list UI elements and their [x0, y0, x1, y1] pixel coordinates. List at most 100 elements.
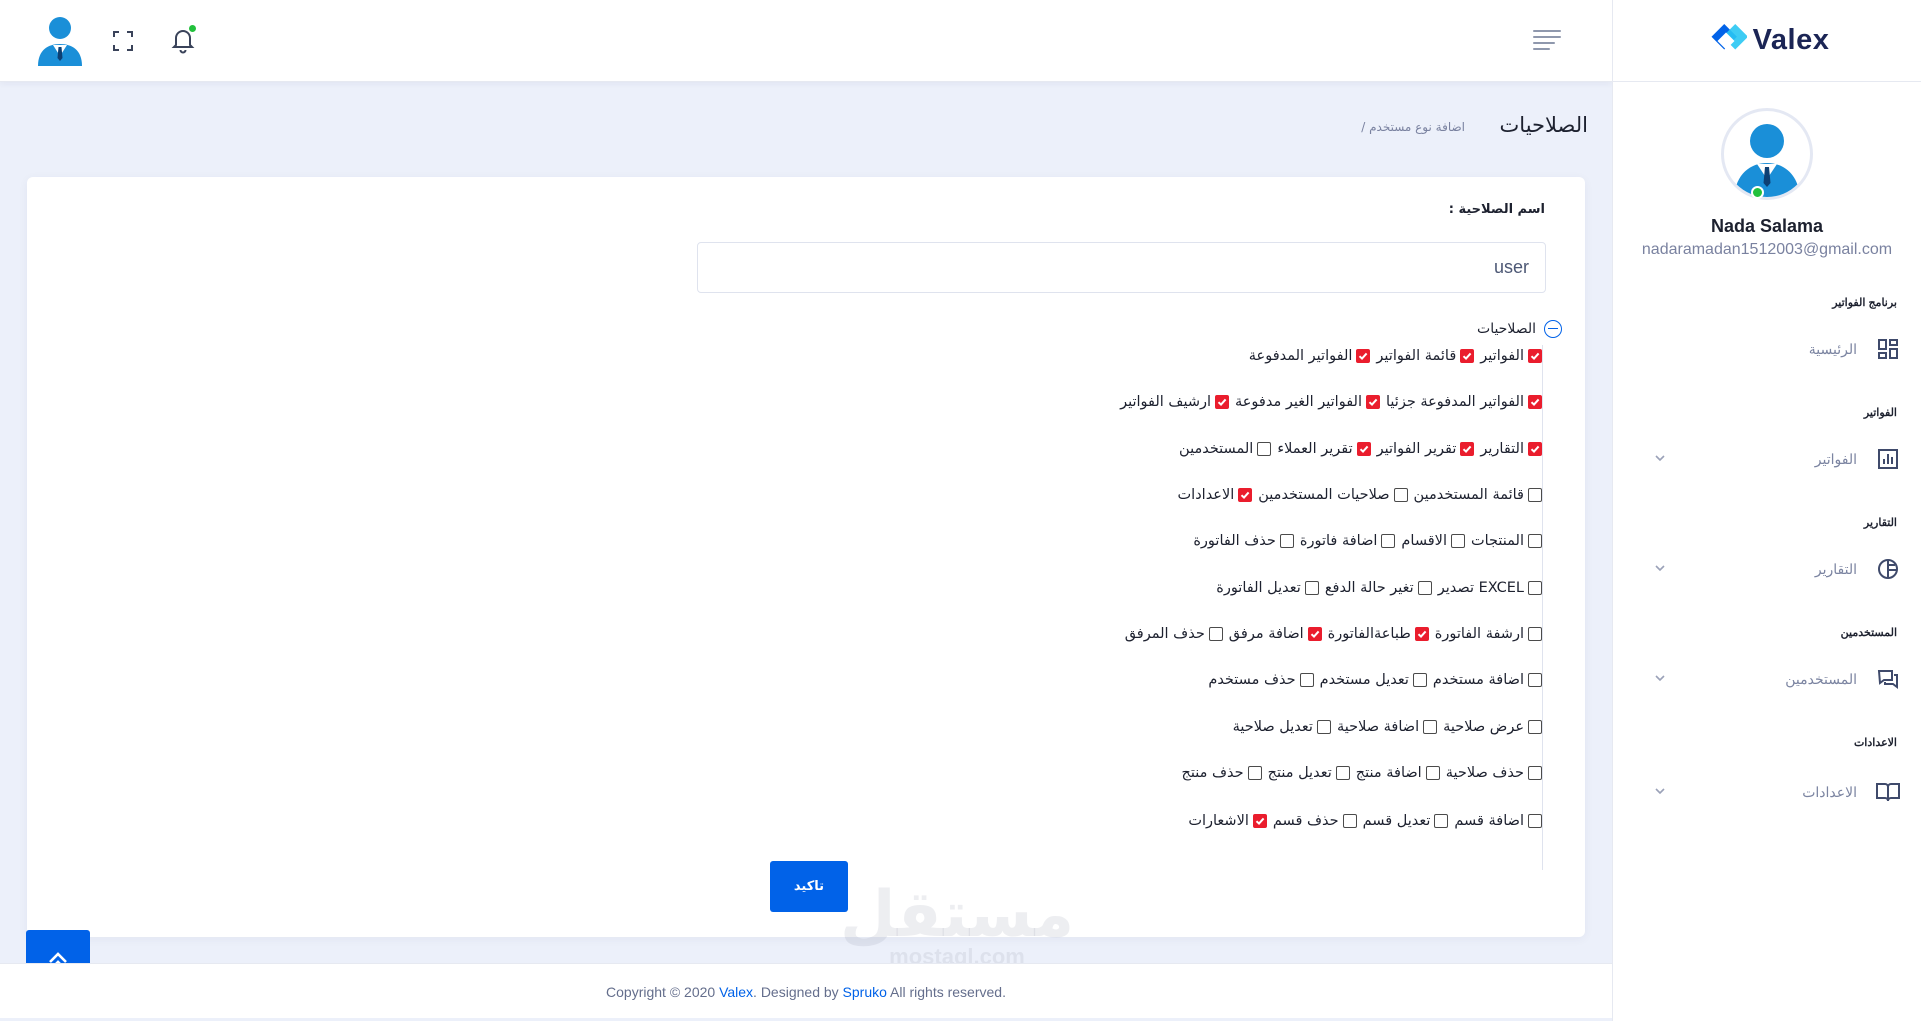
permission-item[interactable]: حذف منتج	[1182, 765, 1262, 781]
permission-item[interactable]: طباعةالفاتورة	[1328, 626, 1429, 642]
permission-item[interactable]: التقارير	[1480, 441, 1542, 457]
footer-designer-link[interactable]: Spruko	[843, 984, 887, 1000]
role-name-input[interactable]	[697, 242, 1546, 293]
permission-item[interactable]: الاعدادات	[1178, 487, 1253, 503]
checkbox-checked[interactable]	[1356, 442, 1371, 456]
checkbox-checked[interactable]	[1460, 442, 1475, 456]
user-avatar-icon[interactable]	[36, 14, 84, 66]
checkbox-unchecked[interactable]	[1528, 814, 1542, 828]
permission-item[interactable]: تعديل مستخدم	[1320, 672, 1427, 688]
permission-item[interactable]: اضافة قسم	[1454, 813, 1542, 829]
checkbox-checked[interactable]	[1365, 395, 1380, 409]
checkbox-unchecked[interactable]	[1412, 673, 1427, 687]
checkbox-checked[interactable]	[1414, 627, 1429, 641]
checkbox-unchecked[interactable]	[1423, 720, 1438, 734]
sidebar-item-invoices[interactable]: الفواتير	[1653, 441, 1901, 477]
permission-item[interactable]: الفواتير الغير مدفوعة	[1235, 394, 1380, 410]
permission-item[interactable]: تغير حالة الدفع	[1325, 580, 1432, 596]
permission-item[interactable]: تصدير EXCEL	[1438, 580, 1542, 596]
permission-item[interactable]: حذف صلاحية	[1446, 765, 1542, 781]
permission-item[interactable]: الفواتير المدفوعة جزئيا	[1386, 394, 1542, 410]
permission-item[interactable]: اضافة مرفق	[1229, 626, 1322, 642]
fullscreen-icon[interactable]	[110, 28, 136, 54]
checkbox-unchecked[interactable]	[1316, 720, 1331, 734]
checkbox-unchecked[interactable]	[1335, 766, 1350, 780]
checkbox-unchecked[interactable]	[1417, 581, 1432, 595]
menu-icon[interactable]	[1533, 30, 1561, 52]
permission-item[interactable]: اضافة صلاحية	[1337, 719, 1438, 735]
checkbox-unchecked[interactable]	[1528, 488, 1542, 502]
permission-item[interactable]: حذف مستخدم	[1208, 672, 1314, 688]
permission-item[interactable]: عرض صلاحية	[1443, 719, 1542, 735]
logo-area[interactable]: Valex	[1613, 0, 1921, 82]
checkbox-unchecked[interactable]	[1342, 814, 1357, 828]
checkbox-checked[interactable]	[1528, 442, 1542, 456]
permission-item[interactable]: تعديل قسم	[1363, 813, 1449, 829]
sidebar-item-home[interactable]: الرئيسية	[1653, 331, 1901, 367]
checkbox-unchecked[interactable]	[1528, 720, 1542, 734]
permission-item[interactable]: الفواتير	[1480, 348, 1542, 364]
checkbox-unchecked[interactable]	[1279, 534, 1294, 548]
permission-item[interactable]: قائمة الفواتير	[1376, 348, 1475, 364]
permission-item[interactable]: الاشعارات	[1188, 813, 1267, 829]
permission-label: التقارير	[1480, 441, 1524, 457]
permission-label: اضافة مرفق	[1228, 626, 1304, 642]
footer-brand-link[interactable]: Valex	[719, 984, 753, 1000]
checkbox-unchecked[interactable]	[1393, 488, 1408, 502]
permission-item[interactable]: تعديل منتج	[1268, 765, 1350, 781]
checkbox-unchecked[interactable]	[1528, 581, 1542, 595]
checkbox-checked[interactable]	[1238, 488, 1253, 502]
checkbox-unchecked[interactable]	[1425, 766, 1440, 780]
permission-item[interactable]: تقرير العملاء	[1277, 441, 1371, 457]
permission-label: تصدير EXCEL	[1437, 580, 1524, 596]
permission-label: الاعدادات	[1177, 487, 1235, 503]
permission-item[interactable]: تعديل الفاتورة	[1216, 580, 1319, 596]
permissions-toggle[interactable]: الصلاحيات	[1477, 320, 1562, 338]
sidebar-item-users[interactable]: المستخدمين	[1653, 661, 1901, 697]
permission-item[interactable]: الاقسام	[1401, 533, 1465, 549]
permission-item[interactable]: اضافة منتج	[1356, 765, 1440, 781]
confirm-button[interactable]: تاكيد	[770, 861, 848, 912]
checkbox-unchecked[interactable]	[1434, 814, 1449, 828]
checkbox-unchecked[interactable]	[1208, 627, 1223, 641]
permission-item[interactable]: اضافة مستخدم	[1433, 672, 1542, 688]
permission-item[interactable]: تعديل صلاحية	[1233, 719, 1331, 735]
permission-item[interactable]: حذف قسم	[1273, 813, 1357, 829]
profile-avatar[interactable]	[1721, 108, 1813, 200]
checkbox-checked[interactable]	[1528, 395, 1542, 409]
permission-item[interactable]: صلاحيات المستخدمين	[1258, 487, 1408, 503]
permission-item[interactable]: المنتجات	[1471, 533, 1542, 549]
permission-item[interactable]: الفواتير المدفوعة	[1249, 348, 1371, 364]
checkbox-unchecked[interactable]	[1450, 534, 1465, 548]
permission-item[interactable]: تقرير الفواتير	[1377, 441, 1475, 457]
permission-item[interactable]: ارشيف الفواتير	[1120, 394, 1229, 410]
checkbox-unchecked[interactable]	[1528, 673, 1542, 687]
checkbox-checked[interactable]	[1252, 814, 1267, 828]
checkbox-unchecked[interactable]	[1247, 766, 1262, 780]
checkbox-checked[interactable]	[1307, 627, 1322, 641]
permission-item[interactable]: ارشفة الفاتورة	[1435, 626, 1542, 642]
breadcrumb[interactable]: / اضافة نوع مستخدم	[1361, 120, 1465, 134]
permission-label: الفواتير	[1480, 348, 1524, 364]
logo-text: Valex	[1752, 24, 1830, 56]
checkbox-checked[interactable]	[1215, 395, 1229, 409]
checkbox-unchecked[interactable]	[1528, 534, 1542, 548]
permission-item[interactable]: قائمة المستخدمين	[1414, 487, 1542, 503]
checkbox-checked[interactable]	[1356, 349, 1371, 363]
permission-item[interactable]: اضافة فاتورة	[1300, 533, 1396, 549]
checkbox-checked[interactable]	[1460, 349, 1475, 363]
permission-item[interactable]: المستخدمين	[1179, 441, 1272, 457]
bell-icon[interactable]	[170, 24, 197, 54]
permission-item[interactable]: حذف المرفق	[1125, 626, 1223, 642]
checkbox-unchecked[interactable]	[1528, 766, 1542, 780]
checkbox-checked[interactable]	[1528, 349, 1542, 363]
checkbox-unchecked[interactable]	[1257, 442, 1272, 456]
permission-label: اضافة فاتورة	[1299, 533, 1378, 549]
sidebar-item-settings[interactable]: الاعدادات	[1653, 774, 1901, 810]
checkbox-unchecked[interactable]	[1299, 673, 1314, 687]
permission-item[interactable]: حذف الفاتورة	[1193, 533, 1294, 549]
checkbox-unchecked[interactable]	[1381, 534, 1396, 548]
checkbox-unchecked[interactable]	[1528, 627, 1542, 641]
checkbox-unchecked[interactable]	[1304, 581, 1319, 595]
sidebar-item-reports[interactable]: التقارير	[1653, 551, 1901, 587]
